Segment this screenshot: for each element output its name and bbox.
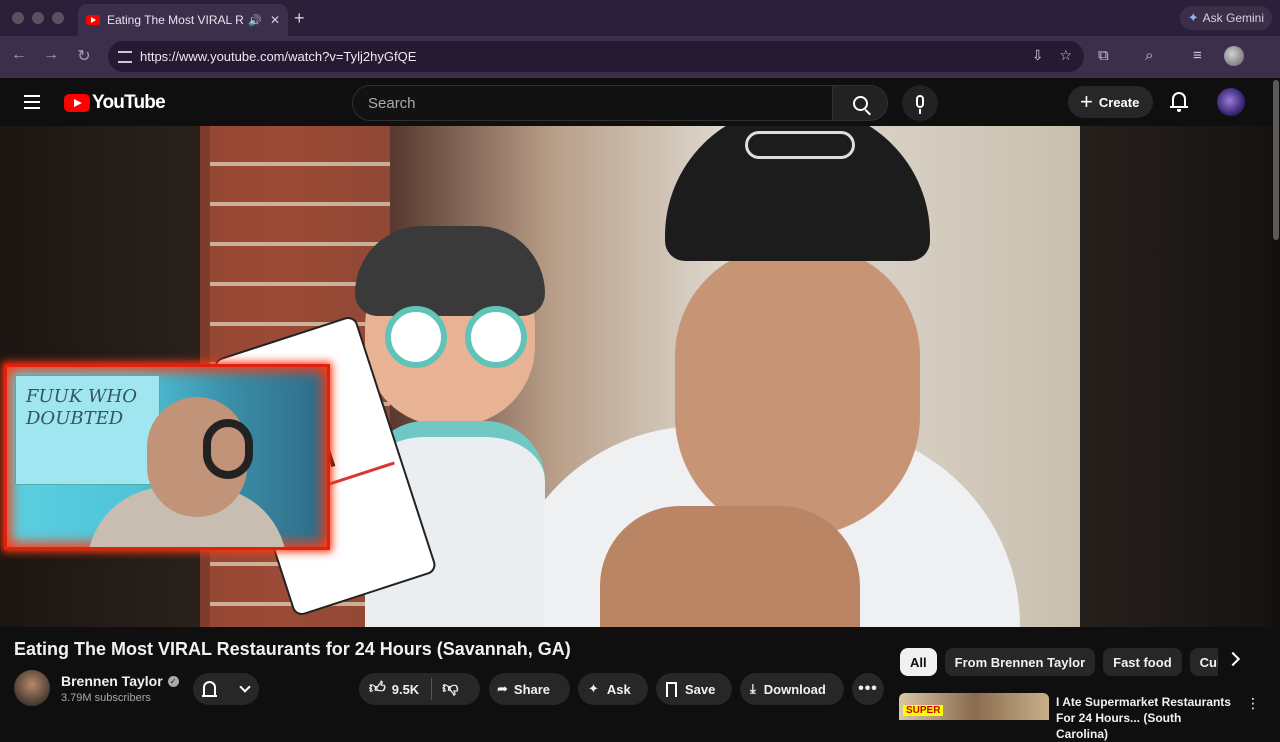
channel-avatar[interactable]	[14, 670, 50, 706]
page-scrollbar[interactable]	[1272, 78, 1280, 720]
new-tab-button[interactable]: +	[294, 8, 305, 29]
ask-button[interactable]: ✦ Ask	[578, 673, 648, 705]
share-label: Share	[513, 681, 551, 697]
video-player[interactable]: terol FUUK WHO DOUBTED	[0, 126, 1280, 627]
account-avatar[interactable]	[1217, 88, 1245, 116]
filter-chips-bar: All From Brennen Taylor Fast food Culina	[900, 648, 1218, 676]
bookmark-star-icon[interactable]: ☆	[1059, 47, 1072, 64]
create-label: Create	[1098, 94, 1140, 110]
share-arrow-icon: ➦	[497, 681, 508, 696]
notifications-bell-icon[interactable]	[1170, 91, 1188, 113]
forward-arrow-icon[interactable]: →	[40, 46, 62, 64]
back-arrow-icon[interactable]: ←	[8, 46, 30, 64]
scrollbar-thumb[interactable]	[1273, 80, 1279, 240]
download-label: Download	[763, 681, 826, 697]
more-actions-button[interactable]: •••	[852, 673, 884, 705]
like-button[interactable]: 👍︎ 9.5K	[359, 673, 431, 705]
browser-tab-active[interactable]: Eating The Most VIRAL Re 🔊 ✕	[78, 4, 288, 36]
chevron-down-icon	[239, 681, 251, 693]
download-button[interactable]: ⤓ Download	[740, 673, 844, 705]
search-icon	[852, 95, 868, 111]
browser-toolbar: ← → ↻ https://www.youtube.com/watch?v=Ty…	[0, 36, 1280, 78]
ask-label: Ask	[606, 681, 631, 697]
youtube-play-icon	[64, 94, 90, 112]
lens-search-icon[interactable]: ⌕	[1145, 47, 1153, 64]
channel-name: Brennen Taylor	[61, 673, 163, 689]
chip-culinary[interactable]: Culina	[1189, 648, 1218, 676]
download-icon: ⤓	[750, 681, 756, 696]
recommendation-menu-icon[interactable]: ⋮	[1246, 695, 1260, 712]
extensions-icon[interactable]: ⧉	[1098, 47, 1109, 64]
presenter-face	[675, 246, 920, 536]
headphones-graphic	[203, 419, 253, 479]
create-button[interactable]: + Create	[1068, 86, 1154, 118]
hamburger-menu-icon[interactable]	[24, 95, 40, 109]
chip-fast-food[interactable]: Fast food	[1103, 648, 1182, 676]
reactor-webcam-overlay: FUUK WHO DOUBTED	[4, 364, 330, 550]
recommendation-thumbnail[interactable]: SUPER	[899, 693, 1049, 720]
chip-from-channel[interactable]: From Brennen Taylor	[944, 648, 1096, 676]
thumbs-down-icon: 👎︎	[442, 680, 459, 697]
recommendation-title[interactable]: I Ate Supermarket Restaurants For 24 Hou…	[1056, 694, 1236, 742]
search-input[interactable]: Search	[352, 85, 832, 121]
save-button[interactable]: Save	[656, 673, 732, 705]
chip-all[interactable]: All	[900, 648, 937, 676]
thumbs-up-icon: 👍︎	[369, 680, 386, 697]
search-bar: Search	[352, 85, 888, 121]
ask-gemini-label: Ask Gemini	[1202, 11, 1264, 25]
dislike-button[interactable]: 👎︎	[432, 673, 470, 705]
window-maximize-button[interactable]	[52, 12, 64, 24]
sparkle-icon: ✦	[588, 681, 599, 696]
save-label: Save	[685, 681, 716, 697]
notification-subscription-button[interactable]	[193, 673, 259, 705]
channel-name-link[interactable]: Brennen Taylor ✓	[61, 673, 179, 689]
ask-gemini-button[interactable]: ✦ Ask Gemini	[1179, 6, 1272, 30]
site-settings-icon[interactable]	[118, 50, 132, 63]
youtube-logo[interactable]: YouTube	[64, 92, 166, 114]
bell-icon	[202, 681, 217, 697]
microphone-icon	[916, 94, 924, 108]
window-close-button[interactable]	[12, 12, 24, 24]
thumbnail-tag: SUPER	[903, 705, 944, 716]
gemini-sparkle-icon: ✦	[1187, 10, 1199, 25]
youtube-favicon-icon	[86, 15, 100, 25]
presenter-hands	[600, 506, 860, 627]
video-title: Eating The Most VIRAL Restaurants for 24…	[14, 639, 571, 659]
address-bar[interactable]: https://www.youtube.com/watch?v=Tylj2hyG…	[108, 41, 1084, 72]
window-minimize-button[interactable]	[32, 12, 44, 24]
tab-title: Eating The Most VIRAL Re	[107, 13, 245, 27]
presenter-cap	[665, 126, 930, 261]
url-text: https://www.youtube.com/watch?v=Tylj2hyG…	[140, 49, 417, 64]
install-app-icon[interactable]: ⇩	[1032, 47, 1044, 64]
like-count: 9.5K	[391, 681, 420, 697]
subscriber-count: 3.79M subscribers	[61, 692, 151, 704]
voice-search-button[interactable]	[902, 85, 938, 121]
chevron-right-icon[interactable]	[1225, 651, 1241, 667]
whiteboard-text: FUUK WHO DOUBTED	[15, 375, 160, 485]
speaker-icon[interactable]: 🔊	[248, 14, 262, 27]
browser-tab-bar: Eating The Most VIRAL Re 🔊 ✕ + ✦ Ask Gem…	[0, 0, 1280, 36]
media-controls-icon[interactable]: ≡	[1193, 47, 1202, 64]
reload-icon[interactable]: ↻	[73, 46, 95, 66]
search-button[interactable]	[832, 85, 888, 121]
youtube-wordmark: YouTube	[92, 92, 166, 113]
like-dislike-group: 👍︎ 9.5K 👎︎	[359, 673, 480, 705]
browser-profile-avatar[interactable]	[1224, 46, 1244, 66]
verified-badge-icon: ✓	[167, 675, 179, 687]
plus-icon: +	[1080, 89, 1093, 114]
bookmark-icon	[666, 681, 678, 701]
share-button[interactable]: ➦ Share	[489, 673, 570, 705]
video-blur-right	[1080, 126, 1280, 627]
tab-close-icon[interactable]: ✕	[270, 13, 280, 27]
